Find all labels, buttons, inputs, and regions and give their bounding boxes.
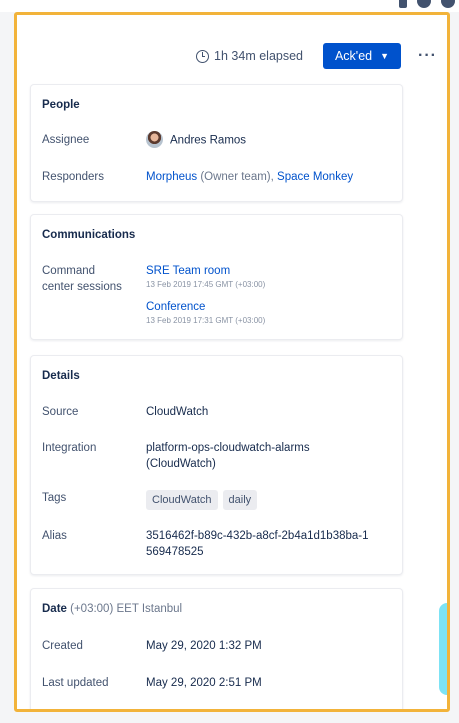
details-card: Details Source CloudWatch Integration pl… [30, 355, 403, 575]
panel-header: 1h 34m elapsed Ack'ed ▼ ··· [17, 41, 447, 71]
assignee-label: Assignee [42, 134, 90, 146]
sessions-row: Command center sessions SRE Team room 13… [42, 263, 392, 327]
created-label: Created [42, 640, 83, 652]
sessions-label: Command center sessions [42, 263, 146, 327]
details-title: Details [42, 370, 80, 382]
alias-label: Alias [42, 530, 67, 542]
responder-link-morpheus[interactable]: Morpheus [146, 171, 197, 183]
app-icon[interactable] [399, 0, 407, 8]
integration-value: platform-ops-cloudwatch-alarms (CloudWat… [146, 440, 392, 472]
source-row: Source CloudWatch [42, 404, 392, 420]
chevron-down-icon: ▼ [380, 51, 390, 61]
date-card: Date (+03:00) EET Istanbul Created May 2… [30, 588, 403, 709]
integration-line2: (CloudWatch) [146, 458, 216, 470]
integration-row: Integration platform-ops-cloudwatch-alar… [42, 440, 392, 472]
avatar [146, 131, 163, 148]
updated-row: Last updated May 29, 2020 2:51 PM [42, 675, 392, 691]
integration-line1: platform-ops-cloudwatch-alarms [146, 442, 310, 454]
incident-details-panel: 1h 34m elapsed Ack'ed ▼ ··· People Assig… [14, 12, 450, 712]
user-avatar-icon[interactable] [441, 0, 455, 8]
sessions-label-line2: center sessions [42, 281, 122, 293]
tag-cloudwatch[interactable]: CloudWatch [146, 490, 218, 510]
clock-icon [196, 49, 210, 63]
updated-label: Last updated [42, 677, 109, 689]
source-label: Source [42, 406, 79, 418]
created-row: Created May 29, 2020 1:32 PM [42, 638, 392, 654]
created-value: May 29, 2020 1:32 PM [146, 640, 262, 652]
sessions-label-line1: Command [42, 265, 96, 277]
updated-value: May 29, 2020 2:51 PM [146, 677, 262, 689]
alias-line2: 569478525 [146, 546, 204, 558]
people-title: People [42, 99, 80, 111]
corner-toolbar [399, 0, 455, 8]
source-value: CloudWatch [146, 406, 209, 418]
responders-row: Responders Morpheus (Owner team), Space … [42, 169, 392, 185]
assignee-value[interactable]: Andres Ramos [146, 131, 392, 149]
responders-label: Responders [42, 171, 105, 183]
integration-label: Integration [42, 442, 97, 454]
communications-title: Communications [42, 229, 136, 241]
responder-note: (Owner team), [197, 171, 278, 183]
tags-label: Tags [42, 492, 67, 504]
top-strip [0, 0, 459, 12]
assignee-name: Andres Ramos [170, 134, 247, 147]
tag-daily[interactable]: daily [222, 490, 258, 510]
tags-value: CloudWatch daily [146, 490, 392, 510]
date-timezone: (+03:00) EET Istanbul [66, 603, 183, 615]
elapsed-time: 1h 34m elapsed [196, 49, 303, 63]
people-card: People Assignee Andres Ramos Responders … [30, 84, 403, 202]
date-title: Date (+03:00) EET Istanbul [42, 603, 182, 615]
alias-row: Alias 3516462f-b89c-432b-a8cf-2b4a1d1b38… [42, 528, 392, 560]
communications-card: Communications Command center sessions S… [30, 214, 403, 340]
ack-label: Ack'ed [334, 49, 373, 63]
alias-value: 3516462f-b89c-432b-a8cf-2b4a1d1b38ba-1 5… [146, 528, 392, 560]
date-title-text: Date [42, 603, 67, 615]
responders-value: Morpheus (Owner team), Space Monkey [146, 169, 392, 185]
side-feedback-tab[interactable] [439, 603, 447, 695]
more-actions-button[interactable]: ··· [418, 47, 437, 65]
session-link[interactable]: SRE Team room [146, 263, 392, 279]
assignee-row: Assignee Andres Ramos [42, 131, 392, 149]
alias-line1: 3516462f-b89c-432b-a8cf-2b4a1d1b38ba-1 [146, 530, 369, 542]
ack-status-button[interactable]: Ack'ed ▼ [323, 43, 401, 69]
sessions-list: SRE Team room 13 Feb 2019 17:45 GMT (+03… [146, 263, 392, 327]
info-icon[interactable] [417, 0, 431, 8]
responder-link-space-monkey[interactable]: Space Monkey [277, 171, 353, 183]
tags-row: Tags CloudWatch daily [42, 490, 392, 510]
session-time: 13 Feb 2019 17:45 GMT (+03:00) [146, 280, 266, 289]
session-link[interactable]: Conference [146, 299, 392, 315]
elapsed-text: 1h 34m elapsed [214, 49, 303, 63]
session-time: 13 Feb 2019 17:31 GMT (+03:00) [146, 316, 266, 325]
